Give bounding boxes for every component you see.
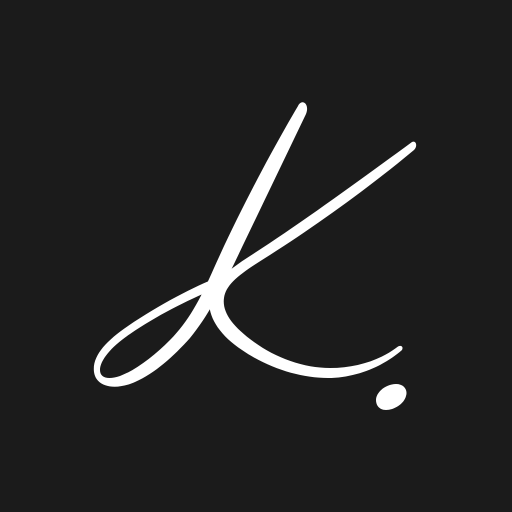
k-monogram-logo bbox=[93, 102, 417, 410]
logo-canvas bbox=[0, 0, 512, 512]
k-arm-stroke bbox=[209, 141, 417, 378]
period-dot bbox=[376, 384, 407, 410]
